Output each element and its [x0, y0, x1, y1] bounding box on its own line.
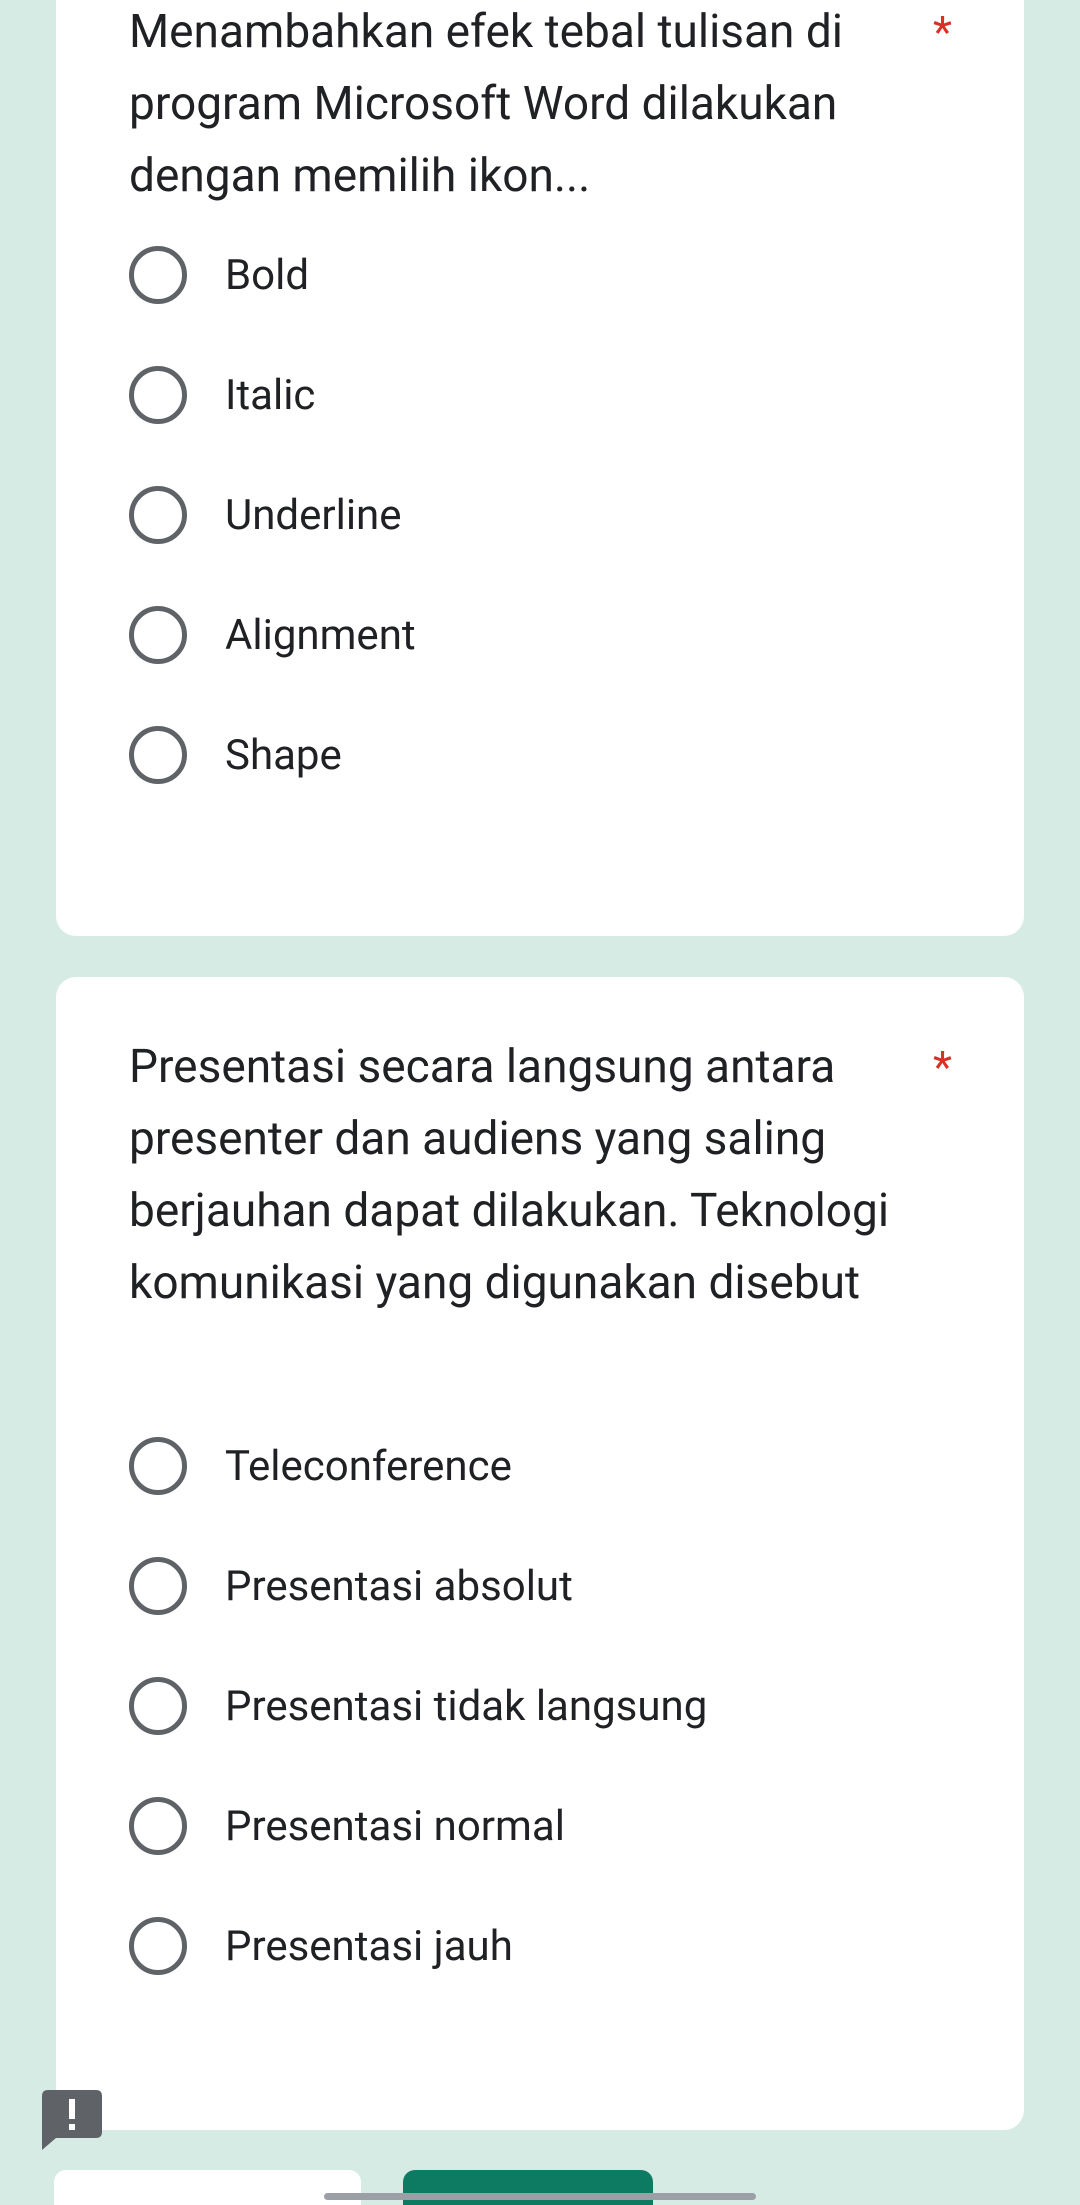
option-label: Italic — [225, 370, 316, 420]
option-label: Alignment — [225, 610, 416, 660]
radio-option-underline[interactable]: Underline — [129, 483, 402, 547]
radio-option-presentasi-jauh[interactable]: Presentasi jauh — [129, 1914, 513, 1978]
radio-button[interactable] — [129, 606, 187, 664]
radio-option-bold[interactable]: Bold — [129, 243, 309, 307]
radio-option-italic[interactable]: Italic — [129, 363, 315, 427]
radio-option-teleconference[interactable]: Teleconference — [129, 1434, 512, 1498]
required-asterisk: * — [933, 6, 952, 58]
radio-button[interactable] — [129, 1437, 187, 1495]
radio-button[interactable] — [129, 726, 187, 784]
question-text: Menambahkan efek tebal tulisan di progra… — [129, 5, 843, 203]
option-label: Presentasi normal — [225, 1801, 565, 1851]
radio-button[interactable] — [129, 486, 187, 544]
report-problem-icon[interactable] — [42, 2090, 102, 2150]
option-label: Underline — [225, 490, 402, 540]
radio-button[interactable] — [129, 366, 187, 424]
question-card-2: Presentasi secara langsung antara presen… — [56, 977, 1024, 2130]
radio-button[interactable] — [129, 246, 187, 304]
question-text: Presentasi secara langsung antara presen… — [129, 1040, 890, 1310]
option-label: Presentasi jauh — [225, 1921, 513, 1971]
radio-option-presentasi-tidak-langsung[interactable]: Presentasi tidak langsung — [129, 1674, 707, 1738]
question-card-1: Menambahkan efek tebal tulisan di progra… — [56, 0, 1024, 936]
radio-option-alignment[interactable]: Alignment — [129, 603, 416, 667]
option-label: Teleconference — [225, 1441, 512, 1491]
scroll-indicator — [324, 2193, 756, 2200]
option-label: Shape — [225, 730, 342, 780]
option-label: Presentasi tidak langsung — [225, 1681, 708, 1731]
required-asterisk: * — [933, 1041, 952, 1093]
back-button[interactable] — [54, 2170, 361, 2205]
radio-option-shape[interactable]: Shape — [129, 723, 342, 787]
option-label: Presentasi absolut — [225, 1561, 573, 1611]
option-label: Bold — [225, 250, 310, 300]
radio-button[interactable] — [129, 1917, 187, 1975]
radio-option-presentasi-normal[interactable]: Presentasi normal — [129, 1794, 565, 1858]
radio-button[interactable] — [129, 1677, 187, 1735]
radio-button[interactable] — [129, 1797, 187, 1855]
radio-button[interactable] — [129, 1557, 187, 1615]
radio-option-presentasi-absolut[interactable]: Presentasi absolut — [129, 1554, 573, 1618]
